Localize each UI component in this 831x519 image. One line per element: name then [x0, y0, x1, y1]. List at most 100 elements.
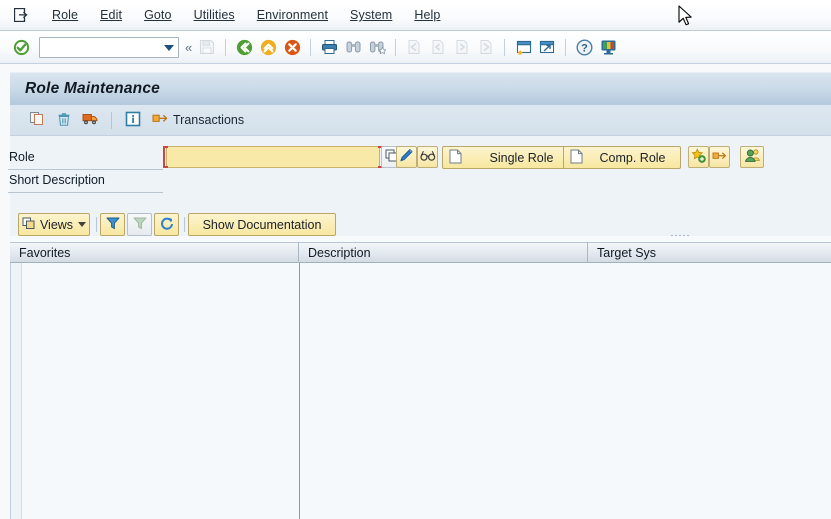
green-check-icon[interactable] — [10, 36, 32, 58]
truck-icon — [82, 111, 99, 129]
comp-role-label: Comp. Role — [599, 150, 666, 165]
chevron-down-icon[interactable] — [164, 44, 174, 51]
transport-button[interactable] — [79, 109, 102, 132]
short-description-label: Short Description — [9, 173, 105, 187]
copy-icon — [29, 111, 45, 129]
views-icon — [22, 217, 36, 233]
application-toolbar: Transactions — [10, 105, 831, 136]
new-session-icon[interactable] — [512, 36, 534, 58]
menu-item-system-label: System — [350, 8, 393, 22]
screen-title-bar: Role Maintenance — [10, 72, 831, 105]
transaction-icon — [152, 111, 169, 129]
table-header-row: Favorites Description Target Sys — [10, 242, 831, 263]
info-button[interactable] — [121, 109, 144, 132]
user-assignment-button[interactable] — [740, 146, 764, 168]
column-header-target-sys-label: Target Sys — [597, 245, 657, 260]
table-body[interactable] — [10, 263, 831, 519]
add-to-favorites-button[interactable] — [688, 146, 709, 168]
first-page-icon — [403, 36, 425, 58]
shortcut-icon[interactable] — [536, 36, 558, 58]
chevron-down-icon[interactable] — [78, 222, 87, 227]
row-selector-column — [11, 263, 22, 519]
menu-item-utilities[interactable]: Utilities — [183, 6, 246, 24]
page-title: Role Maintenance — [25, 80, 160, 97]
views-button[interactable]: Views — [18, 213, 90, 236]
menu-item-system[interactable]: System — [339, 6, 403, 24]
cancel-red-icon[interactable] — [281, 36, 303, 58]
role-field-wrapper — [163, 146, 383, 168]
filter-delete-icon — [133, 216, 147, 233]
transactions-label: Transactions — [173, 113, 245, 127]
column-divider[interactable] — [299, 263, 300, 519]
views-label: Views — [39, 217, 74, 232]
refresh-icon — [160, 216, 174, 233]
last-page-icon — [475, 36, 497, 58]
star-plus-icon — [691, 148, 706, 166]
column-header-description[interactable]: Description — [299, 242, 588, 263]
back-green-icon[interactable] — [233, 36, 255, 58]
binoculars-icon[interactable] — [342, 36, 364, 58]
prev-page-icon — [427, 36, 449, 58]
menu-item-role-label: Role — [52, 8, 79, 22]
menu-item-goto-label: Goto — [144, 8, 172, 22]
trash-icon — [56, 111, 72, 130]
comp-role-button[interactable]: Comp. Role — [563, 146, 681, 169]
exit-yellow-icon[interactable] — [257, 36, 279, 58]
svg-text:?: ? — [581, 42, 588, 54]
menu-item-goto[interactable]: Goto — [133, 6, 183, 24]
menu-item-help[interactable]: Help — [403, 6, 451, 24]
column-header-description-label: Description — [308, 245, 371, 260]
refresh-button[interactable] — [154, 213, 179, 236]
info-icon — [125, 111, 141, 130]
column-header-favorites-label: Favorites — [19, 245, 71, 260]
command-input[interactable] — [40, 38, 158, 56]
column-header-favorites[interactable]: Favorites — [10, 242, 299, 263]
printer-icon[interactable] — [318, 36, 340, 58]
save-icon — [196, 36, 218, 58]
binoculars-plus-icon[interactable] — [366, 36, 388, 58]
document-icon — [449, 149, 462, 167]
menu-item-help-label: Help — [414, 8, 441, 22]
transaction-arrow-icon — [712, 149, 727, 166]
menu-item-role[interactable]: Role — [41, 6, 89, 24]
show-documentation-label: Show Documentation — [202, 217, 322, 232]
logoff-icon[interactable] — [11, 5, 31, 25]
transactions-button[interactable]: Transactions — [148, 109, 250, 132]
question-help-icon[interactable]: ? — [573, 36, 595, 58]
delete-role-button[interactable] — [52, 109, 75, 132]
double-chevron-left-icon[interactable]: « — [182, 40, 195, 55]
command-field[interactable] — [39, 36, 179, 58]
glasses-icon — [419, 149, 436, 165]
copy-role-button[interactable] — [25, 109, 48, 132]
single-role-button[interactable]: Single Role — [442, 146, 580, 169]
short-description-underline — [8, 192, 163, 193]
role-label: Role — [9, 150, 35, 164]
pencil-icon — [399, 148, 414, 166]
role-underline — [8, 169, 163, 170]
assign-transaction-button[interactable] — [709, 146, 730, 168]
menu-item-utilities-label: Utilities — [193, 8, 235, 22]
role-input-text[interactable] — [167, 147, 379, 167]
menu-item-edit[interactable]: Edit — [89, 6, 133, 24]
menu-bar: Role Edit Goto Utilities Environment Sys… — [0, 0, 831, 31]
column-header-target-sys[interactable]: Target Sys — [588, 242, 830, 263]
users-icon — [744, 148, 761, 166]
menu-item-environment[interactable]: Environment — [246, 6, 339, 24]
favorites-table: Favorites Description Target Sys — [10, 236, 831, 519]
filter-icon — [106, 216, 120, 233]
menu-item-edit-label: Edit — [100, 8, 123, 22]
document-icon — [570, 149, 583, 167]
set-filter-button[interactable] — [100, 213, 125, 236]
role-input[interactable] — [166, 146, 380, 168]
show-documentation-button[interactable]: Show Documentation — [188, 213, 336, 236]
delete-filter-button — [127, 213, 152, 236]
change-role-button[interactable] — [396, 146, 417, 168]
required-marker-left — [163, 146, 168, 168]
display-role-button[interactable] — [417, 146, 438, 168]
menu-item-environment-label: Environment — [256, 8, 329, 22]
system-toolbar: « ? — [0, 31, 831, 64]
layout-monitor-icon[interactable] — [597, 36, 619, 58]
sap-gui-window: Role Edit Goto Utilities Environment Sys… — [0, 0, 831, 519]
single-role-label: Single Role — [489, 150, 554, 165]
next-page-icon — [451, 36, 473, 58]
